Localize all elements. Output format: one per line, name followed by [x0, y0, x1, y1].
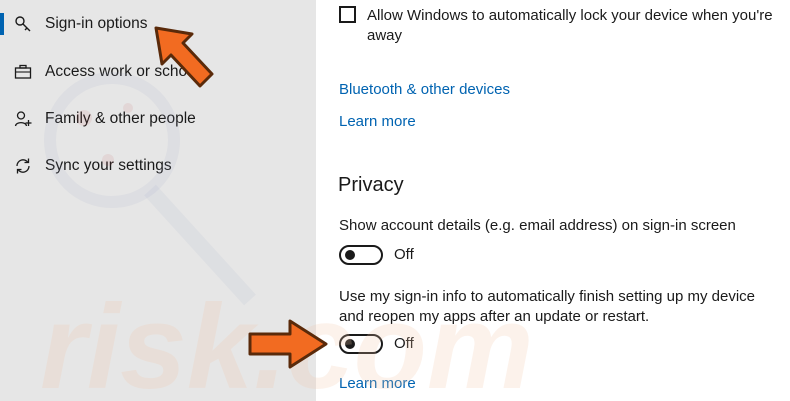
bluetooth-devices-link[interactable]: Bluetooth & other devices — [339, 80, 510, 100]
toggle-knob — [345, 339, 355, 349]
sync-icon — [13, 156, 33, 176]
use-sign-in-info-label: Use my sign-in info to automatically fin… — [339, 288, 756, 325]
use-sign-in-info-toggle[interactable] — [339, 334, 383, 354]
annotation-arrow-icon — [248, 319, 328, 369]
briefcase-icon — [13, 62, 33, 82]
selection-indicator — [0, 13, 4, 35]
toggle-state-label: Off — [394, 246, 414, 263]
sidebar-item-label: Family & other people — [45, 110, 196, 127]
sidebar-item-sync-your-settings[interactable]: Sync your settings — [0, 146, 316, 186]
learn-more-link[interactable]: Learn more — [339, 112, 416, 132]
auto-lock-label: Allow Windows to automatically lock your… — [367, 7, 773, 44]
learn-more-link[interactable]: Learn more — [339, 374, 416, 394]
toggle-knob — [345, 250, 355, 260]
auto-lock-checkbox[interactable] — [339, 6, 356, 23]
sidebar-item-label: Sign-in options — [45, 15, 148, 32]
privacy-heading: Privacy — [338, 174, 404, 196]
person-add-icon — [13, 109, 33, 129]
sidebar-item-family-and-other-people[interactable]: Family & other people — [0, 99, 316, 139]
annotation-arrow-icon — [154, 26, 214, 88]
show-account-details-toggle[interactable] — [339, 245, 383, 265]
key-icon — [13, 14, 33, 34]
toggle-state-label: Off — [394, 335, 414, 352]
settings-content — [316, 0, 790, 401]
show-account-details-label: Show account details (e.g. email address… — [339, 217, 736, 234]
sidebar-item-label: Sync your settings — [45, 157, 172, 174]
